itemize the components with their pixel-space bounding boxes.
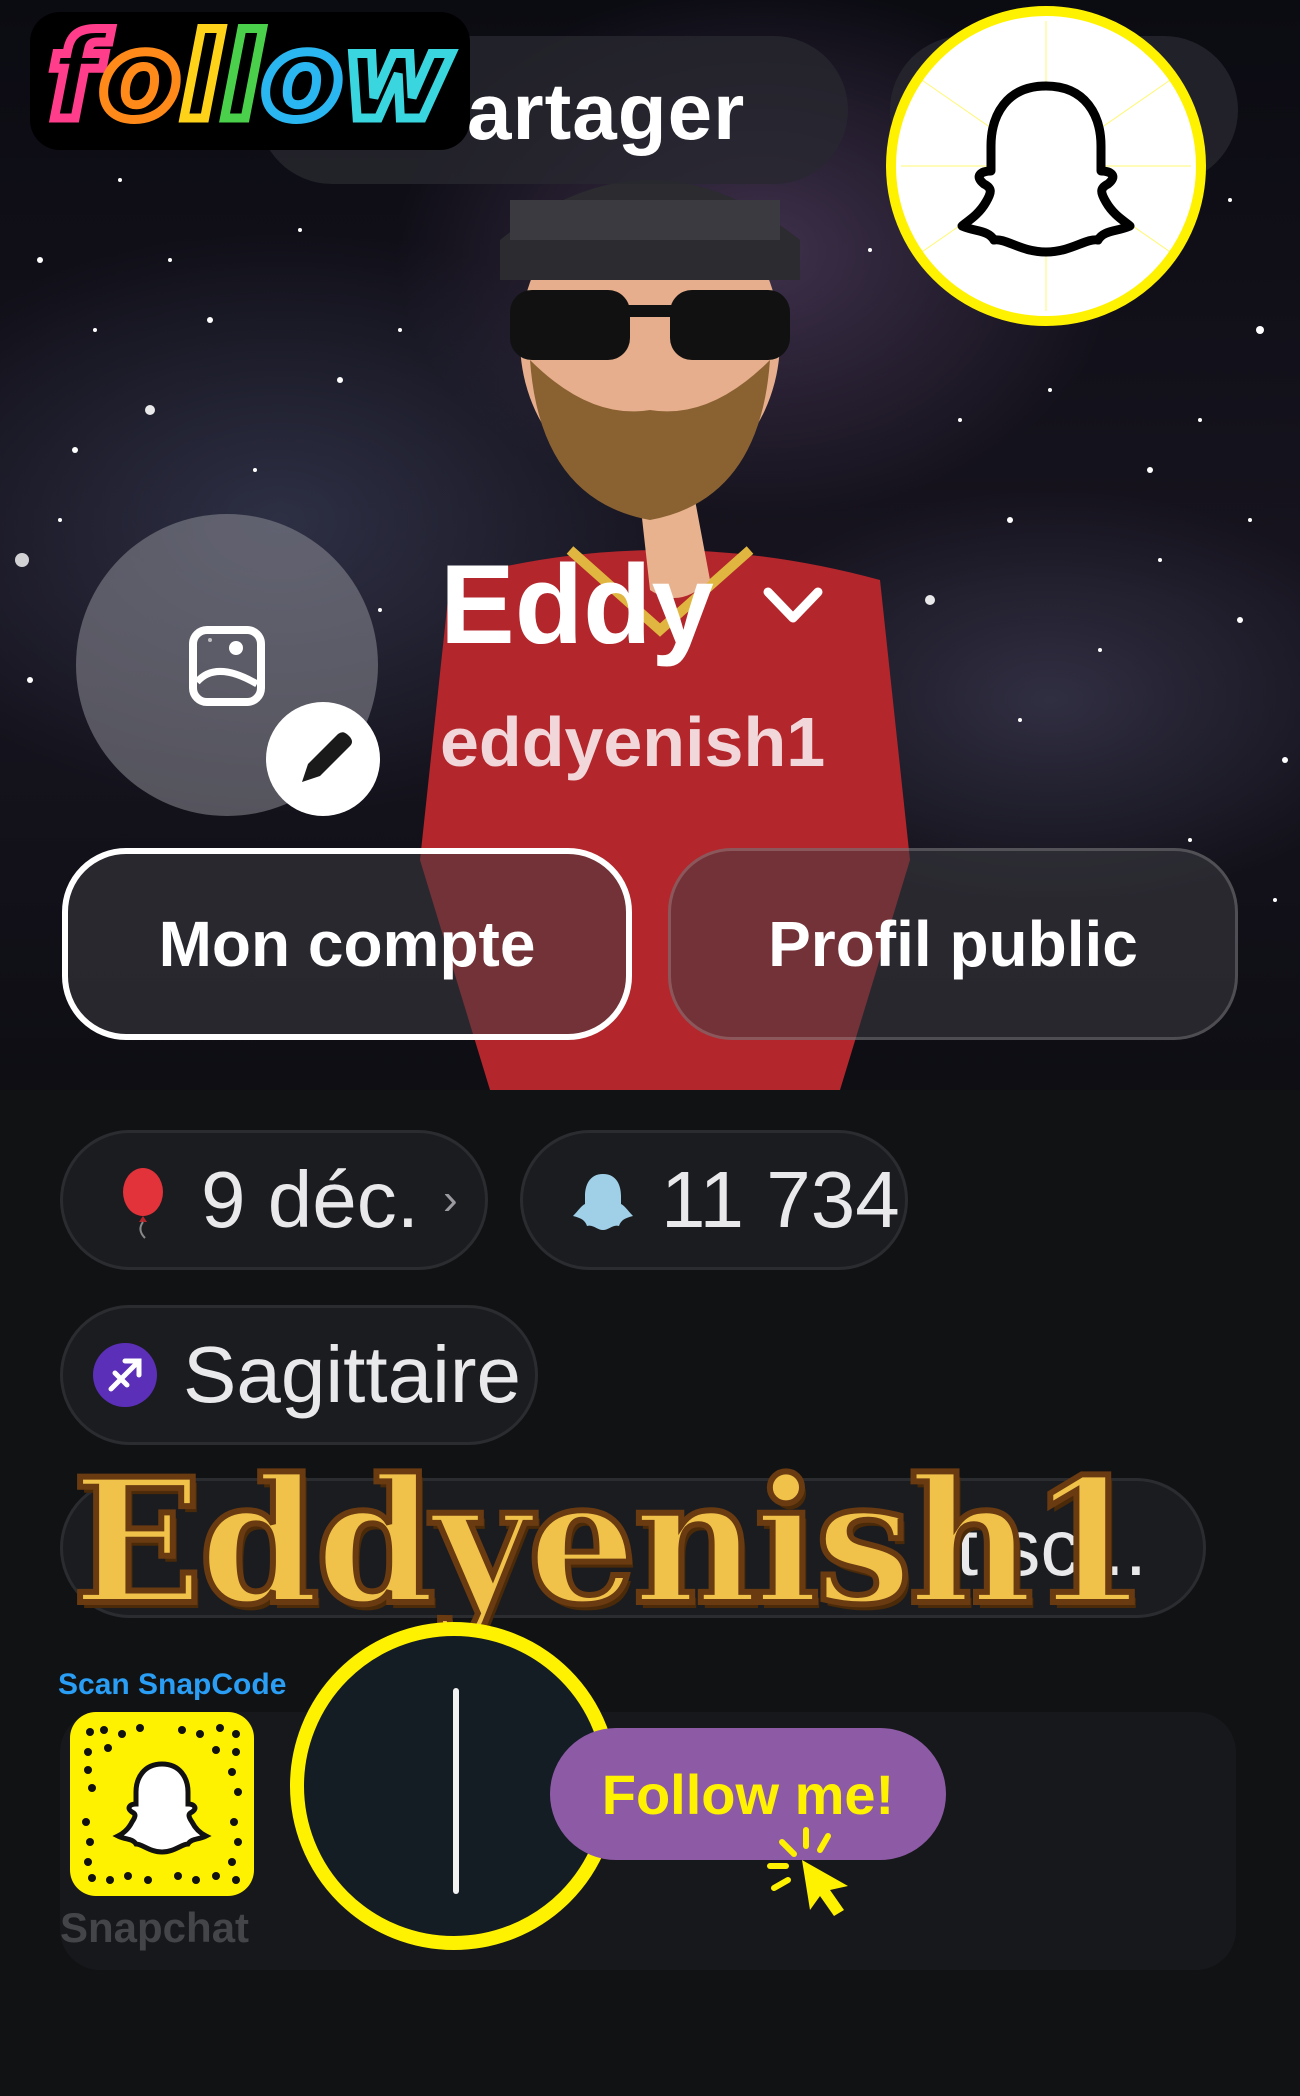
public-profile-button[interactable]: Profil public	[668, 848, 1238, 1040]
svg-text:follow: follow	[48, 8, 452, 146]
sagittarius-icon	[93, 1343, 157, 1407]
chevron-right-icon: ›	[442, 1175, 458, 1224]
birthday-text: 9 déc.	[201, 1155, 419, 1244]
snap-score-chip[interactable]: 11 734	[520, 1130, 908, 1270]
username: eddyenish1	[440, 703, 826, 781]
display-name: Eddy	[440, 542, 714, 667]
snapchat-ghost-badge	[886, 6, 1206, 326]
follow-me-button[interactable]: Follow me!	[550, 1728, 946, 1860]
snap-score-text: 11 734	[661, 1155, 900, 1244]
zodiac-chip[interactable]: Sagittaire	[60, 1305, 538, 1445]
story-divider-line	[453, 1688, 459, 1894]
username-banner-overlay: Eddyenish1	[69, 1437, 1152, 1646]
balloon-icon	[123, 1168, 163, 1239]
snapchat-ghost-icon	[901, 21, 1191, 311]
scan-snapcode-label: Scan SnapCode	[58, 1668, 287, 1701]
ghost-score-icon	[573, 1174, 633, 1230]
hand-pointer-icon	[767, 1827, 848, 1916]
snapcode-image[interactable]	[70, 1712, 254, 1896]
zodiac-text: Sagittaire	[183, 1330, 521, 1419]
share-label: artager	[467, 67, 746, 156]
pencil-icon	[302, 732, 352, 782]
birthday-chip[interactable]: 9 déc. ›	[60, 1130, 488, 1270]
chevron-down-icon[interactable]	[758, 580, 828, 630]
follow-sticker-overlay: follow	[30, 4, 470, 151]
my-account-button[interactable]: Mon compte	[62, 848, 632, 1040]
edit-avatar-button[interactable]	[266, 702, 380, 816]
snapchat-wordmark: Snapchat	[60, 1904, 250, 1951]
